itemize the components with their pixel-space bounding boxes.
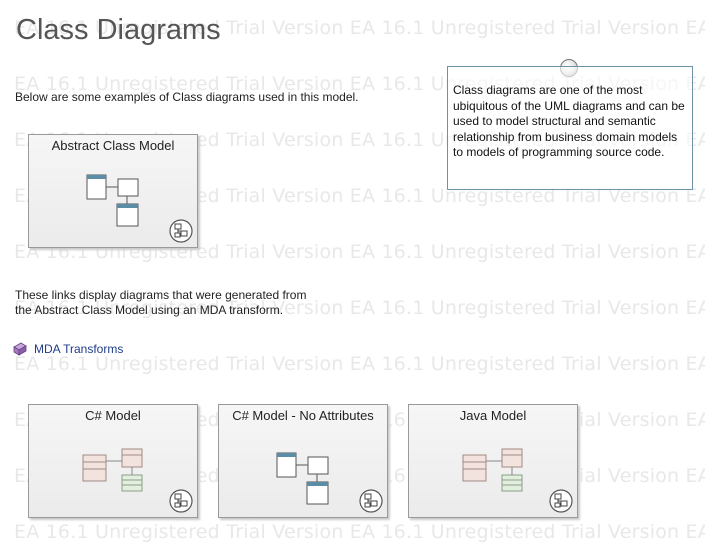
page-title: Class Diagrams [16, 14, 221, 46]
diagram-label: Java Model [459, 408, 527, 423]
diagram-frame-abstract[interactable]: Abstract Class Model [28, 134, 198, 248]
diagram-link-icon[interactable] [169, 219, 193, 243]
diagram-label: C# Model - No Attributes [232, 408, 374, 423]
note-text: Class diagrams are one of the most ubiqu… [453, 83, 685, 159]
diagram-link-icon[interactable] [359, 489, 383, 513]
class-diagram-thumbnail-icon [82, 448, 143, 492]
diagram-frame-csharp[interactable]: C# Model [28, 404, 198, 518]
mda-transforms-label: MDA Transforms [34, 342, 124, 356]
diagram-frame-csharp-no-attributes[interactable]: C# Model - No Attributes [218, 404, 388, 518]
class-diagram-thumbnail-icon [462, 448, 523, 492]
class-diagram-thumbnail-icon [276, 452, 329, 505]
diagram-link-icon[interactable] [549, 489, 573, 513]
mda-transforms-link[interactable]: MDA Transforms [12, 341, 123, 357]
diagram-label: C# Model [85, 408, 141, 423]
package-link-icon [13, 342, 27, 356]
class-diagram-thumbnail-icon [86, 174, 139, 227]
intro-text: Below are some examples of Class diagram… [15, 90, 359, 104]
links-description: These links display diagrams that were g… [15, 288, 307, 317]
watermark-row: EA 16.1 Unregistered Trial Version EA 16… [14, 521, 705, 543]
diagram-label: Abstract Class Model [51, 138, 175, 153]
diagram-frame-java[interactable]: Java Model [408, 404, 578, 518]
diagram-link-icon[interactable] [169, 489, 193, 513]
note-box: Class diagrams are one of the most ubiqu… [447, 66, 693, 190]
